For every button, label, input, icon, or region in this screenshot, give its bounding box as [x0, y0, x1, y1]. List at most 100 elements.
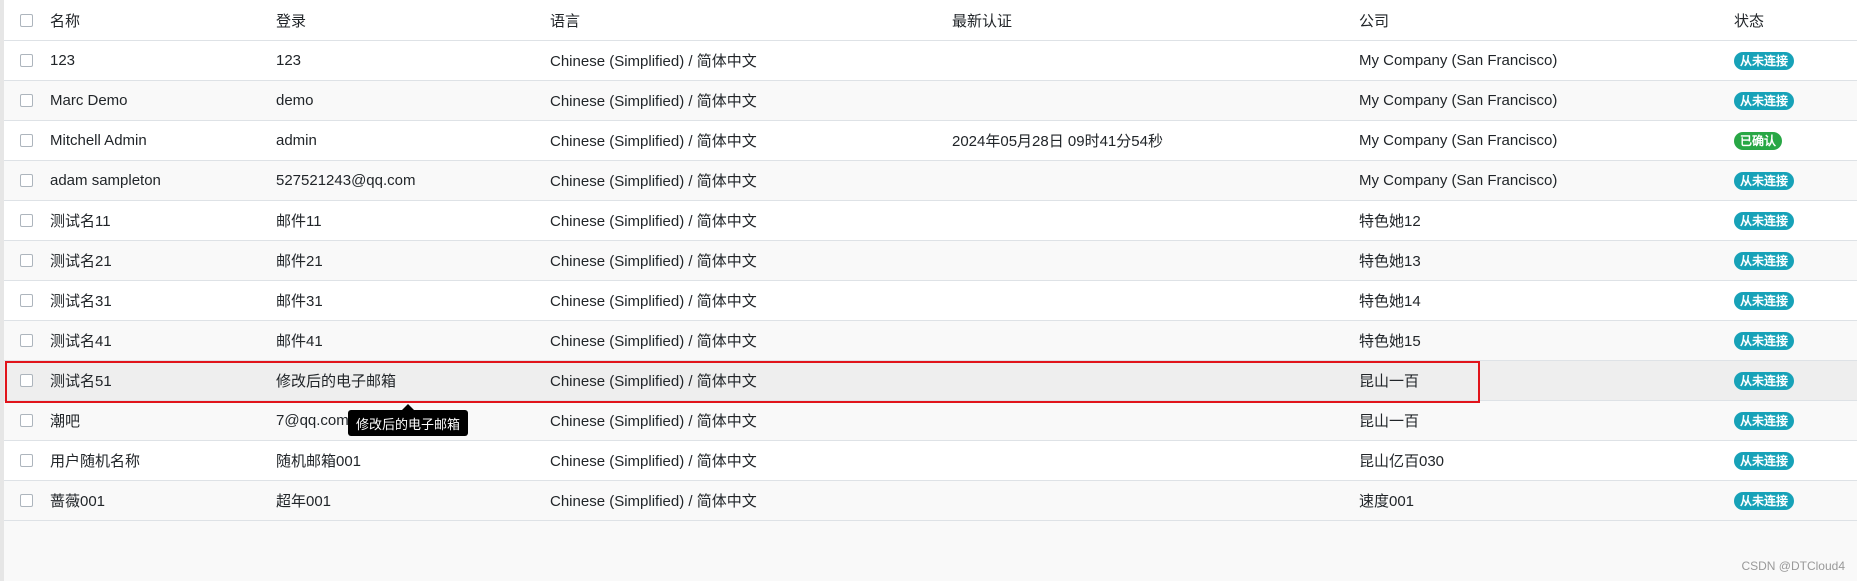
cell-login: 修改后的电子邮箱	[276, 373, 397, 390]
column-header-last-auth[interactable]: 最新认证	[952, 0, 1012, 40]
cell-name: adam sampleton	[50, 172, 161, 189]
cell-name: Marc Demo	[50, 92, 128, 109]
status-badge: 从未连接	[1734, 411, 1795, 430]
row-select-cell	[20, 161, 33, 200]
column-header-login[interactable]: 登录	[276, 0, 306, 40]
select-all-checkbox[interactable]	[20, 13, 33, 27]
cell-login: 邮件41	[276, 333, 323, 350]
tooltip: 修改后的电子邮箱	[348, 410, 469, 436]
cell-name: 测试名51	[50, 373, 112, 390]
table-row[interactable]: 潮吧 7@qq.com Chinese (Simplified) / 简体中文 昆山一…	[4, 401, 1857, 441]
cell-company: My Company (San Francisco)	[1359, 172, 1558, 189]
cell-language: Chinese (Simplified) / 简体中文	[550, 133, 757, 150]
cell-language: Chinese (Simplified) / 简体中文	[550, 53, 757, 70]
column-header-name[interactable]: 名称	[50, 0, 80, 40]
table-header-row: 名称 登录 语言 最新认证 公司 状态	[4, 0, 1857, 41]
cell-name: 用户随机名称	[50, 453, 141, 470]
cell-login: 7@qq.com	[276, 412, 349, 429]
row-checkbox[interactable]	[20, 174, 33, 187]
status-badge: 从未连接	[1734, 451, 1795, 470]
status-badge: 从未连接	[1734, 91, 1795, 110]
table-row[interactable]: Marc Demo demo Chinese (Simplified) / 简体中文…	[4, 81, 1857, 121]
cell-login: admin	[276, 132, 317, 149]
row-checkbox[interactable]	[20, 294, 33, 307]
status-badge: 从未连接	[1734, 491, 1795, 510]
cell-name: 测试名11	[50, 213, 111, 230]
cell-login: 邮件21	[276, 253, 323, 270]
row-checkbox[interactable]	[20, 454, 33, 467]
cell-language: Chinese (Simplified) / 简体中文	[550, 253, 757, 270]
row-checkbox[interactable]	[20, 334, 33, 347]
row-checkbox[interactable]	[20, 374, 33, 387]
cell-login: 123	[276, 52, 302, 69]
row-select-cell	[20, 281, 33, 320]
cell-company: 特色她14	[1359, 293, 1421, 310]
cell-language: Chinese (Simplified) / 简体中文	[550, 293, 757, 310]
cell-login: 邮件11	[276, 213, 322, 230]
cell-status: 从未连接	[1734, 41, 1795, 80]
cell-name: 潮吧	[50, 413, 81, 430]
cell-company: 特色她12	[1359, 213, 1421, 230]
table-row[interactable]: 123 123 Chinese (Simplified) / 简体中文 My Comp…	[4, 41, 1857, 81]
cell-language: Chinese (Simplified) / 简体中文	[550, 413, 757, 430]
cell-login: demo	[276, 92, 314, 109]
row-checkbox[interactable]	[20, 94, 33, 107]
status-badge: 从未连接	[1734, 331, 1795, 350]
cell-name: 蔷薇001	[50, 493, 106, 510]
cell-language: Chinese (Simplified) / 简体中文	[550, 493, 757, 510]
select-all-cell	[20, 0, 33, 40]
cell-company: 昆山一百	[1359, 373, 1420, 390]
row-select-cell	[20, 401, 33, 440]
users-list-table: 名称 登录 语言 最新认证 公司 状态 123 123 Chinese (Simpl…	[4, 0, 1857, 521]
cell-login: 超年001	[276, 493, 332, 510]
row-select-cell	[20, 41, 33, 80]
table-row[interactable]: 测试名41 邮件41 Chinese (Simplified) / 简体中文 特色她1…	[4, 321, 1857, 361]
cell-status: 从未连接	[1734, 361, 1795, 400]
status-badge: 已确认	[1734, 131, 1783, 150]
row-checkbox[interactable]	[20, 54, 33, 67]
row-select-cell	[20, 361, 33, 400]
table-row[interactable]: 用户随机名称 随机邮箱001 Chinese (Simplified) / 简体中文…	[4, 441, 1857, 481]
cell-status: 从未连接	[1734, 401, 1795, 440]
table-row[interactable]: 测试名31 邮件31 Chinese (Simplified) / 简体中文 特色她1…	[4, 281, 1857, 321]
row-select-cell	[20, 81, 33, 120]
cell-company: 昆山一百	[1359, 413, 1420, 430]
row-checkbox[interactable]	[20, 134, 33, 147]
table-row[interactable]: adam sampleton 527521243@qq.com Chinese (S…	[4, 161, 1857, 201]
row-checkbox[interactable]	[20, 254, 33, 267]
table-row[interactable]: 蔷薇001 超年001 Chinese (Simplified) / 简体中文 速度0…	[4, 481, 1857, 521]
cell-name: 123	[50, 52, 76, 69]
column-header-status[interactable]: 状态	[1734, 0, 1764, 40]
cell-language: Chinese (Simplified) / 简体中文	[550, 173, 757, 190]
table-row[interactable]: 测试名11 邮件11 Chinese (Simplified) / 简体中文 特色她1…	[4, 201, 1857, 241]
cell-status: 从未连接	[1734, 241, 1795, 280]
column-header-language[interactable]: 语言	[550, 0, 580, 40]
row-checkbox[interactable]	[20, 494, 33, 507]
cell-company: 特色她13	[1359, 253, 1421, 270]
cell-login: 随机邮箱001	[276, 453, 362, 470]
cell-company: My Company (San Francisco)	[1359, 132, 1558, 149]
table-row[interactable]: 测试名21 邮件21 Chinese (Simplified) / 简体中文 特色她1…	[4, 241, 1857, 281]
cell-company: 特色她15	[1359, 333, 1421, 350]
cell-company: 昆山亿百030	[1359, 453, 1445, 470]
row-checkbox[interactable]	[20, 214, 33, 227]
cell-status: 从未连接	[1734, 81, 1795, 120]
status-badge: 从未连接	[1734, 211, 1795, 230]
cell-status: 已确认	[1734, 121, 1783, 160]
row-select-cell	[20, 121, 33, 160]
status-badge: 从未连接	[1734, 51, 1795, 70]
row-checkbox[interactable]	[20, 414, 33, 427]
cell-status: 从未连接	[1734, 441, 1795, 480]
cell-company: My Company (San Francisco)	[1359, 92, 1558, 109]
table-row[interactable]: Mitchell Admin admin Chinese (Simplified) …	[4, 121, 1857, 161]
column-header-company[interactable]: 公司	[1359, 0, 1389, 40]
status-badge: 从未连接	[1734, 371, 1795, 390]
cell-last-auth: 2024年05月28日 09时41分54秒	[952, 133, 1163, 150]
watermark: CSDN @DTCloud4	[1741, 559, 1845, 573]
cell-language: Chinese (Simplified) / 简体中文	[550, 93, 757, 110]
table-row[interactable]: 测试名51 修改后的电子邮箱 Chinese (Simplified) / 简体中文…	[4, 361, 1857, 401]
cell-name: 测试名41	[50, 333, 112, 350]
row-select-cell	[20, 241, 33, 280]
row-select-cell	[20, 441, 33, 480]
row-select-cell	[20, 201, 33, 240]
